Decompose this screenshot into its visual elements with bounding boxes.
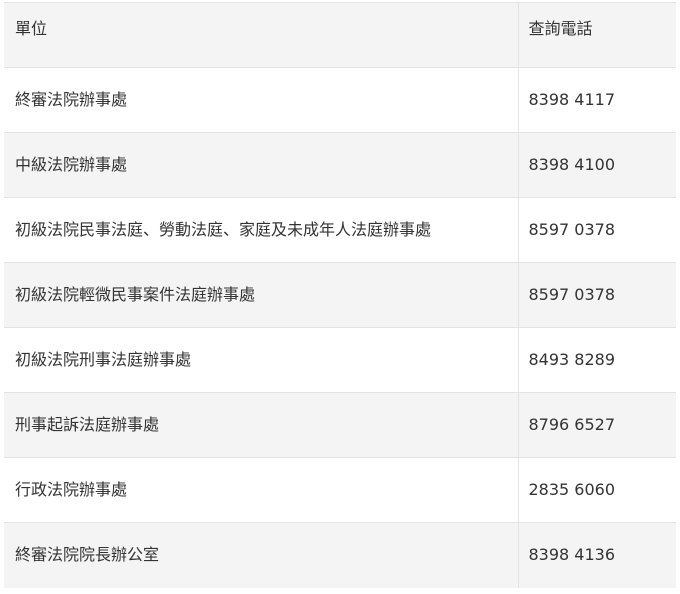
table-row: 初級法院輕微民事案件法庭辦事處 8597 0378	[4, 262, 676, 328]
table-row: 終審法院院長辦公室 8398 4136	[4, 522, 676, 588]
header-phone: 查詢電話	[517, 2, 676, 68]
table-row: 刑事起訴法庭辦事處 8796 6527	[4, 392, 676, 458]
table-row: 中級法院辦事處 8398 4100	[4, 132, 676, 198]
phone-cell: 8796 6527	[517, 392, 676, 458]
unit-cell: 行政法院辦事處	[4, 457, 518, 523]
phone-cell: 8398 4136	[517, 522, 676, 588]
phone-cell: 2835 6060	[517, 457, 676, 523]
table-header-row: 單位 查詢電話	[4, 2, 676, 68]
header-unit: 單位	[4, 2, 518, 68]
contact-table: 單位 查詢電話 終審法院辦事處 8398 4117 中級法院辦事處 8398 4…	[4, 2, 676, 588]
unit-cell: 中級法院辦事處	[4, 132, 518, 198]
table-row: 行政法院辦事處 2835 6060	[4, 457, 676, 523]
unit-cell: 初級法院民事法庭、勞動法庭、家庭及未成年人法庭辦事處	[4, 197, 518, 263]
phone-cell: 8597 0378	[517, 197, 676, 263]
unit-cell: 刑事起訴法庭辦事處	[4, 392, 518, 458]
table-row: 初級法院民事法庭、勞動法庭、家庭及未成年人法庭辦事處 8597 0378	[4, 197, 676, 263]
unit-cell: 終審法院辦事處	[4, 67, 518, 133]
unit-cell: 初級法院輕微民事案件法庭辦事處	[4, 262, 518, 328]
unit-cell: 終審法院院長辦公室	[4, 522, 518, 588]
phone-cell: 8398 4117	[517, 67, 676, 133]
phone-cell: 8398 4100	[517, 132, 676, 198]
phone-cell: 8493 8289	[517, 327, 676, 393]
contact-table-container: 單位 查詢電話 終審法院辦事處 8398 4117 中級法院辦事處 8398 4…	[4, 2, 676, 588]
table-row: 終審法院辦事處 8398 4117	[4, 67, 676, 133]
phone-cell: 8597 0378	[517, 262, 676, 328]
unit-cell: 初級法院刑事法庭辦事處	[4, 327, 518, 393]
table-row: 初級法院刑事法庭辦事處 8493 8289	[4, 327, 676, 393]
